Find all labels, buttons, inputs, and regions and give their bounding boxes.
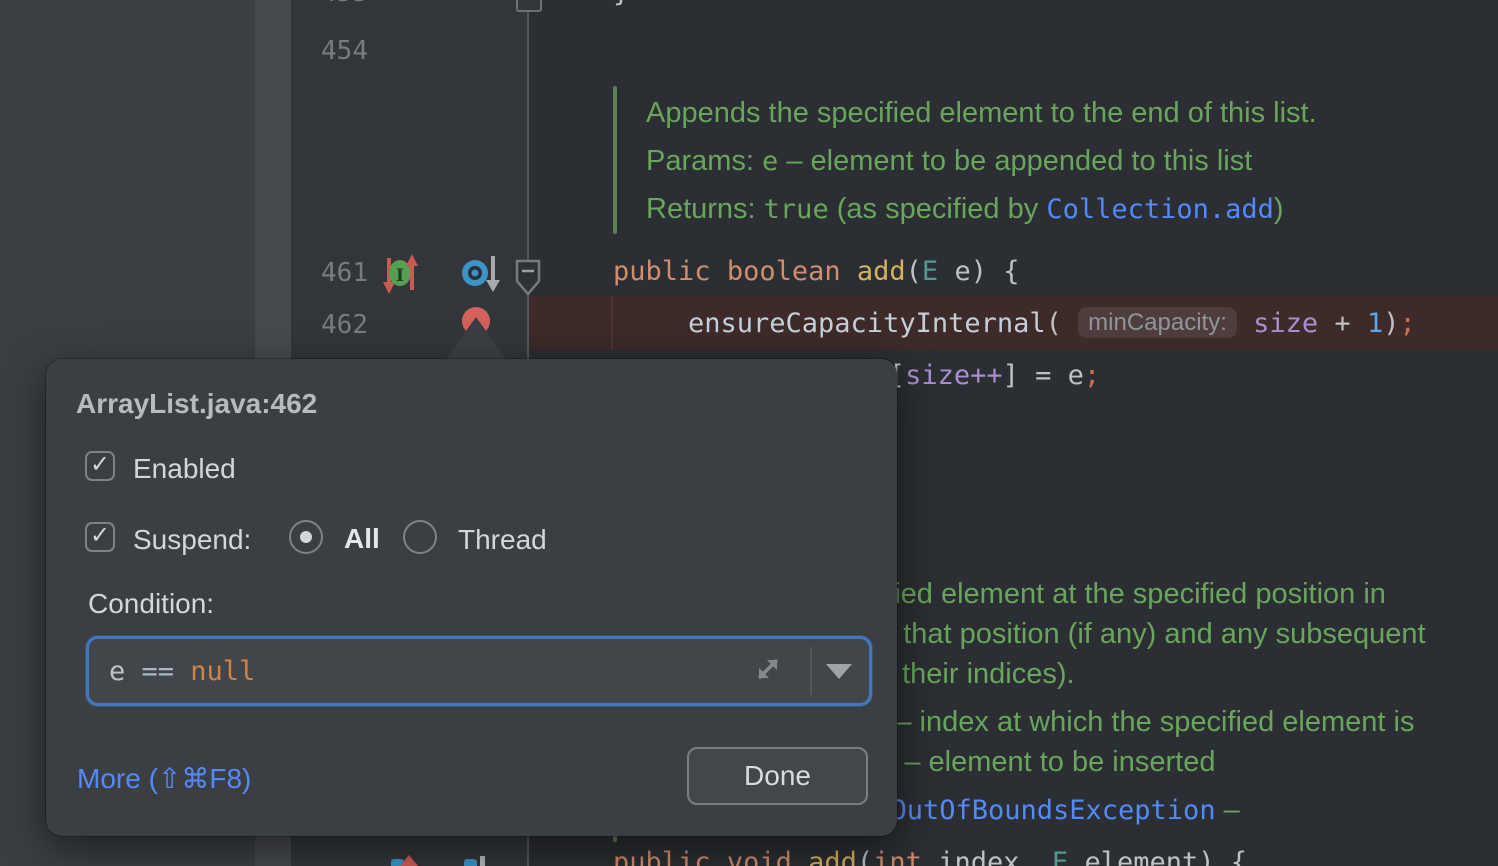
step-into-gutter-icon[interactable]: [458, 254, 504, 301]
line-number-462: 462: [321, 310, 368, 340]
doc-comment-bar: [613, 86, 617, 234]
popup-arrow: [444, 317, 508, 361]
fold-marker-453[interactable]: [516, 0, 542, 12]
doc-line-returns: Returns: true (as specified by Collectio…: [646, 193, 1284, 225]
suspend-label[interactable]: Suspend:: [133, 524, 251, 556]
line-number-461: 461: [321, 258, 368, 288]
line-number-454: 454: [321, 36, 368, 66]
override-method-gutter-icon[interactable]: I: [383, 252, 419, 303]
checkmark-icon: ✓: [89, 451, 111, 478]
line-number-453: 453: [300, 0, 368, 10]
suspend-checkbox[interactable]: ✓: [85, 522, 115, 552]
suspend-all-label[interactable]: All: [344, 523, 380, 555]
checkmark-icon: ✓: [89, 522, 111, 549]
gutter-icon-sliver-red: [400, 855, 418, 866]
condition-value[interactable]: e == null: [109, 655, 255, 689]
expand-editor-icon[interactable]: [748, 649, 788, 694]
gutter-icon-sliver-blue: [464, 859, 477, 866]
gutter-icon-sliver-gray: [480, 856, 485, 866]
popup-title: ArrayList.java:462: [76, 388, 318, 419]
ide-window: 453 454 461 462 I } Append: [0, 0, 1498, 866]
field-divider: [810, 647, 812, 695]
done-button[interactable]: Done: [687, 747, 868, 805]
more-settings-link[interactable]: More (⇧⌘F8): [77, 762, 251, 795]
doc-line-element: e – element to be inserted: [880, 746, 1216, 778]
enabled-checkbox[interactable]: ✓: [85, 451, 115, 481]
fold-marker-461[interactable]: [514, 258, 542, 303]
breakpoint-popup: ArrayList.java:462 ✓ Enabled ✓ Suspend: …: [46, 359, 897, 836]
doc-line-appends: Appends the specified element to the end…: [646, 97, 1317, 129]
history-dropdown-icon[interactable]: [826, 664, 852, 679]
suspend-thread-radio[interactable]: [403, 520, 437, 554]
svg-text:I: I: [396, 266, 404, 286]
suspend-all-radio[interactable]: [289, 520, 323, 554]
code-line-461[interactable]: public boolean add(E e) {: [613, 255, 1019, 289]
condition-label: Condition:: [88, 588, 215, 619]
doc-line-params: Params: e – element to be appended to th…: [646, 145, 1253, 177]
code-line-477[interactable]: public void add(int index, E element) {: [613, 846, 1247, 866]
radio-dot: [300, 531, 312, 543]
code-line-462[interactable]: ensureCapacityInternal( minCapacity: siz…: [688, 307, 1416, 341]
code-line-453[interactable]: }: [613, 0, 629, 10]
condition-input[interactable]: e == null: [86, 636, 872, 706]
indent-guide: [611, 296, 613, 350]
done-button-label: Done: [744, 760, 811, 791]
enabled-label[interactable]: Enabled: [133, 453, 236, 485]
suspend-thread-label[interactable]: Thread: [458, 524, 547, 556]
